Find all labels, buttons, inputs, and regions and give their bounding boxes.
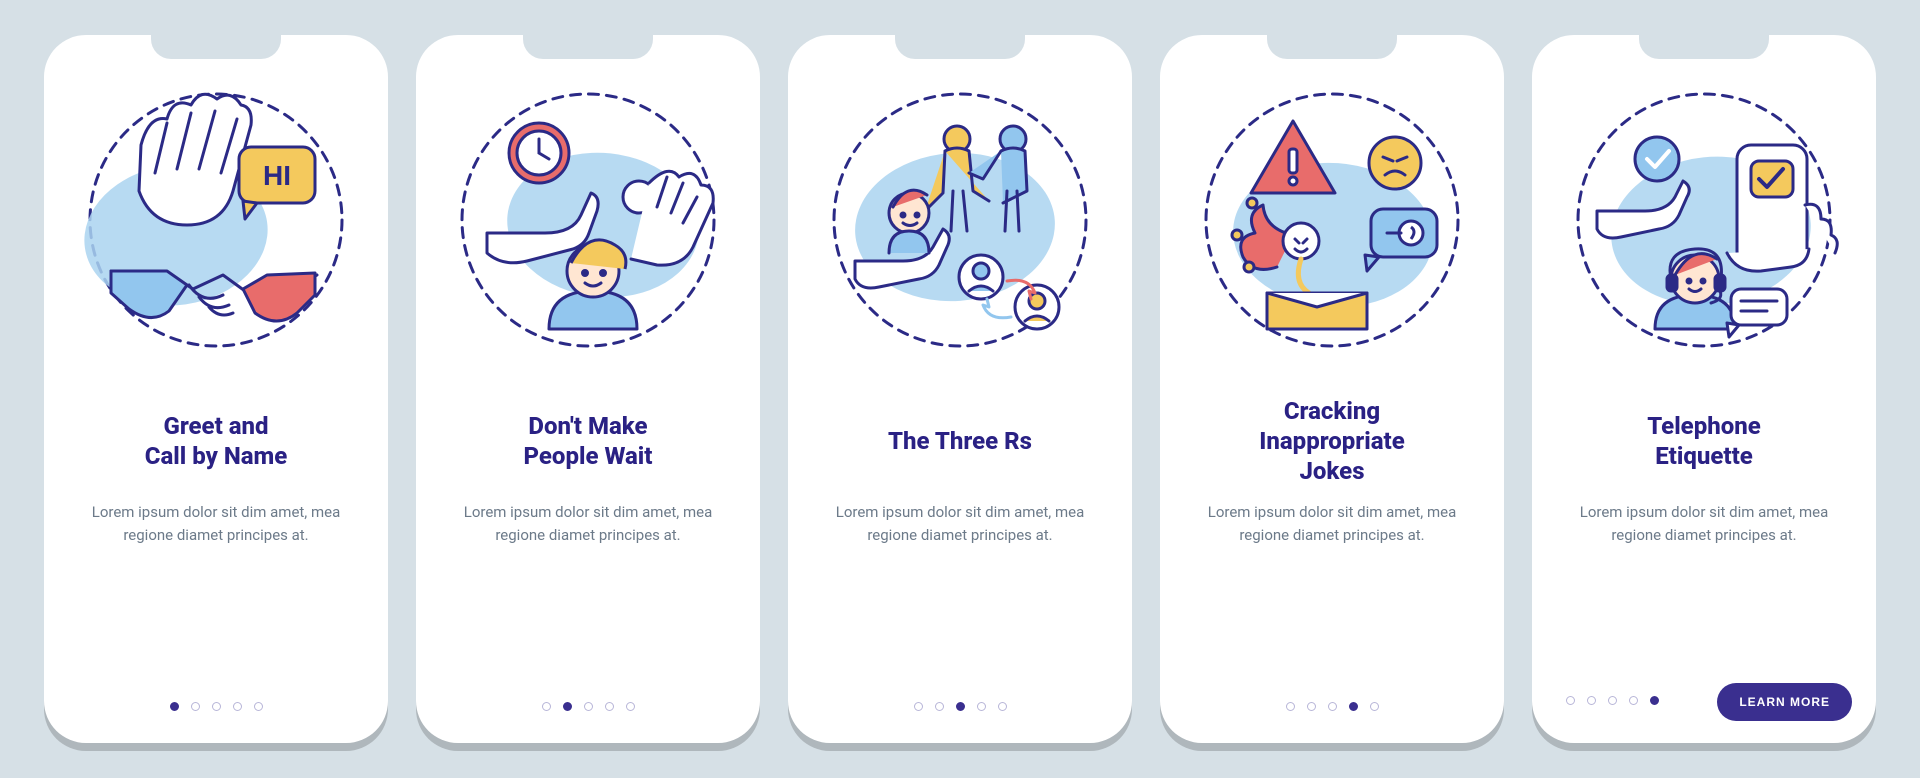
onboarding-card-2: The Three Rs Lorem ipsum dolor sit dim am…: [788, 35, 1132, 743]
card-title: The Three Rs: [882, 395, 1038, 487]
card-description: Lorem ipsum dolor sit dim amet, mea regi…: [438, 501, 738, 575]
card-description: Lorem ipsum dolor sit dim amet, mea regi…: [1554, 501, 1854, 575]
card-title: Greet and Call by Name: [139, 395, 294, 487]
page-dot-4[interactable]: [626, 702, 635, 711]
onboarding-card-0: HI Greet and Call by Name Lorem ipsum dol…: [44, 35, 388, 743]
page-dot-3[interactable]: [1349, 702, 1358, 711]
card-title: Telephone Etiquette: [1641, 395, 1767, 487]
page-dot-2[interactable]: [212, 702, 221, 711]
card-description: Lorem ipsum dolor sit dim amet, mea regi…: [66, 501, 366, 575]
onboarding-card-4: Telephone Etiquette Lorem ipsum dolor sit…: [1532, 35, 1876, 743]
page-dot-1[interactable]: [1307, 702, 1316, 711]
page-dot-3[interactable]: [1629, 696, 1638, 705]
page-indicator: [1566, 696, 1659, 705]
card-description: Lorem ipsum dolor sit dim amet, mea regi…: [810, 501, 1110, 575]
wait-illustration: [453, 85, 723, 355]
page-dot-3[interactable]: [233, 702, 242, 711]
phone-illustration: [1569, 85, 1839, 355]
page-dot-4[interactable]: [1370, 702, 1379, 711]
learn-more-button[interactable]: LEARN MORE: [1717, 683, 1852, 721]
page-dot-0[interactable]: [914, 702, 923, 711]
card-title: Don't Make People Wait: [518, 395, 659, 487]
page-dot-1[interactable]: [191, 702, 200, 711]
onboarding-card-3: Cracking Inappropriate Jokes Lorem ipsum …: [1160, 35, 1504, 743]
card-description: Lorem ipsum dolor sit dim amet, mea regi…: [1182, 501, 1482, 575]
page-dot-2[interactable]: [1328, 702, 1337, 711]
hi-text: HI: [263, 160, 291, 191]
page-dot-3[interactable]: [977, 702, 986, 711]
card-title: Cracking Inappropriate Jokes: [1253, 395, 1410, 487]
jokes-illustration: [1197, 85, 1467, 355]
phone-notch: [1267, 35, 1397, 59]
page-dot-0[interactable]: [1566, 696, 1575, 705]
page-dot-4[interactable]: [1650, 696, 1659, 705]
page-dot-2[interactable]: [584, 702, 593, 711]
page-dot-3[interactable]: [605, 702, 614, 711]
onboarding-card-1: Don't Make People Wait Lorem ipsum dolor …: [416, 35, 760, 743]
page-dot-0[interactable]: [542, 702, 551, 711]
page-dot-4[interactable]: [254, 702, 263, 711]
page-dot-0[interactable]: [170, 702, 179, 711]
page-indicator: [542, 702, 635, 711]
page-dot-4[interactable]: [998, 702, 1007, 711]
page-dot-1[interactable]: [935, 702, 944, 711]
phone-notch: [1639, 35, 1769, 59]
phone-notch: [895, 35, 1025, 59]
page-dot-0[interactable]: [1286, 702, 1295, 711]
phone-notch: [151, 35, 281, 59]
greet-illustration: HI: [81, 85, 351, 355]
page-dot-1[interactable]: [563, 702, 572, 711]
page-dot-1[interactable]: [1587, 696, 1596, 705]
page-indicator: [1286, 702, 1379, 711]
page-indicator: [914, 702, 1007, 711]
page-dot-2[interactable]: [1608, 696, 1617, 705]
page-indicator: [170, 702, 263, 711]
page-dot-2[interactable]: [956, 702, 965, 711]
phone-notch: [523, 35, 653, 59]
three-rs-illustration: [825, 85, 1095, 355]
